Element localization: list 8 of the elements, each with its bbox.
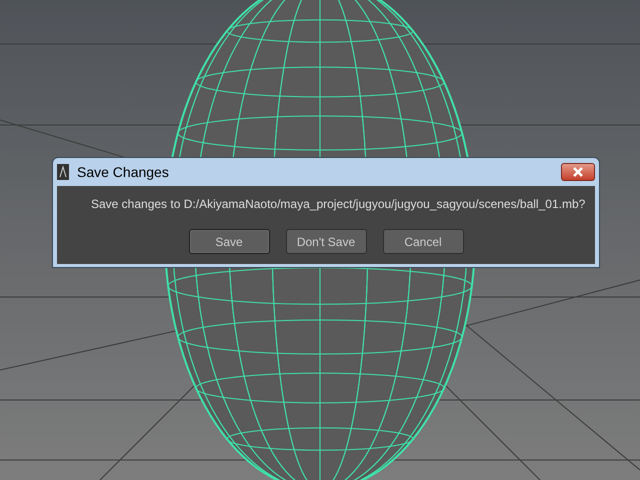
dialog-button[interactable]: Don't Save (286, 229, 366, 254)
app-icon (57, 164, 69, 180)
dialog-message: Save changes to D:/AkiyamaNaoto/maya_project/jugyou/jugyou_sagyou/scenes/ball_01.mb? (90, 196, 586, 213)
dialog-button[interactable]: Save (188, 229, 270, 254)
close-icon (572, 167, 584, 177)
dialog-button[interactable]: Cancel (382, 229, 464, 254)
dialog-title: Save Changes (77, 162, 169, 182)
close-button[interactable] (561, 163, 595, 181)
